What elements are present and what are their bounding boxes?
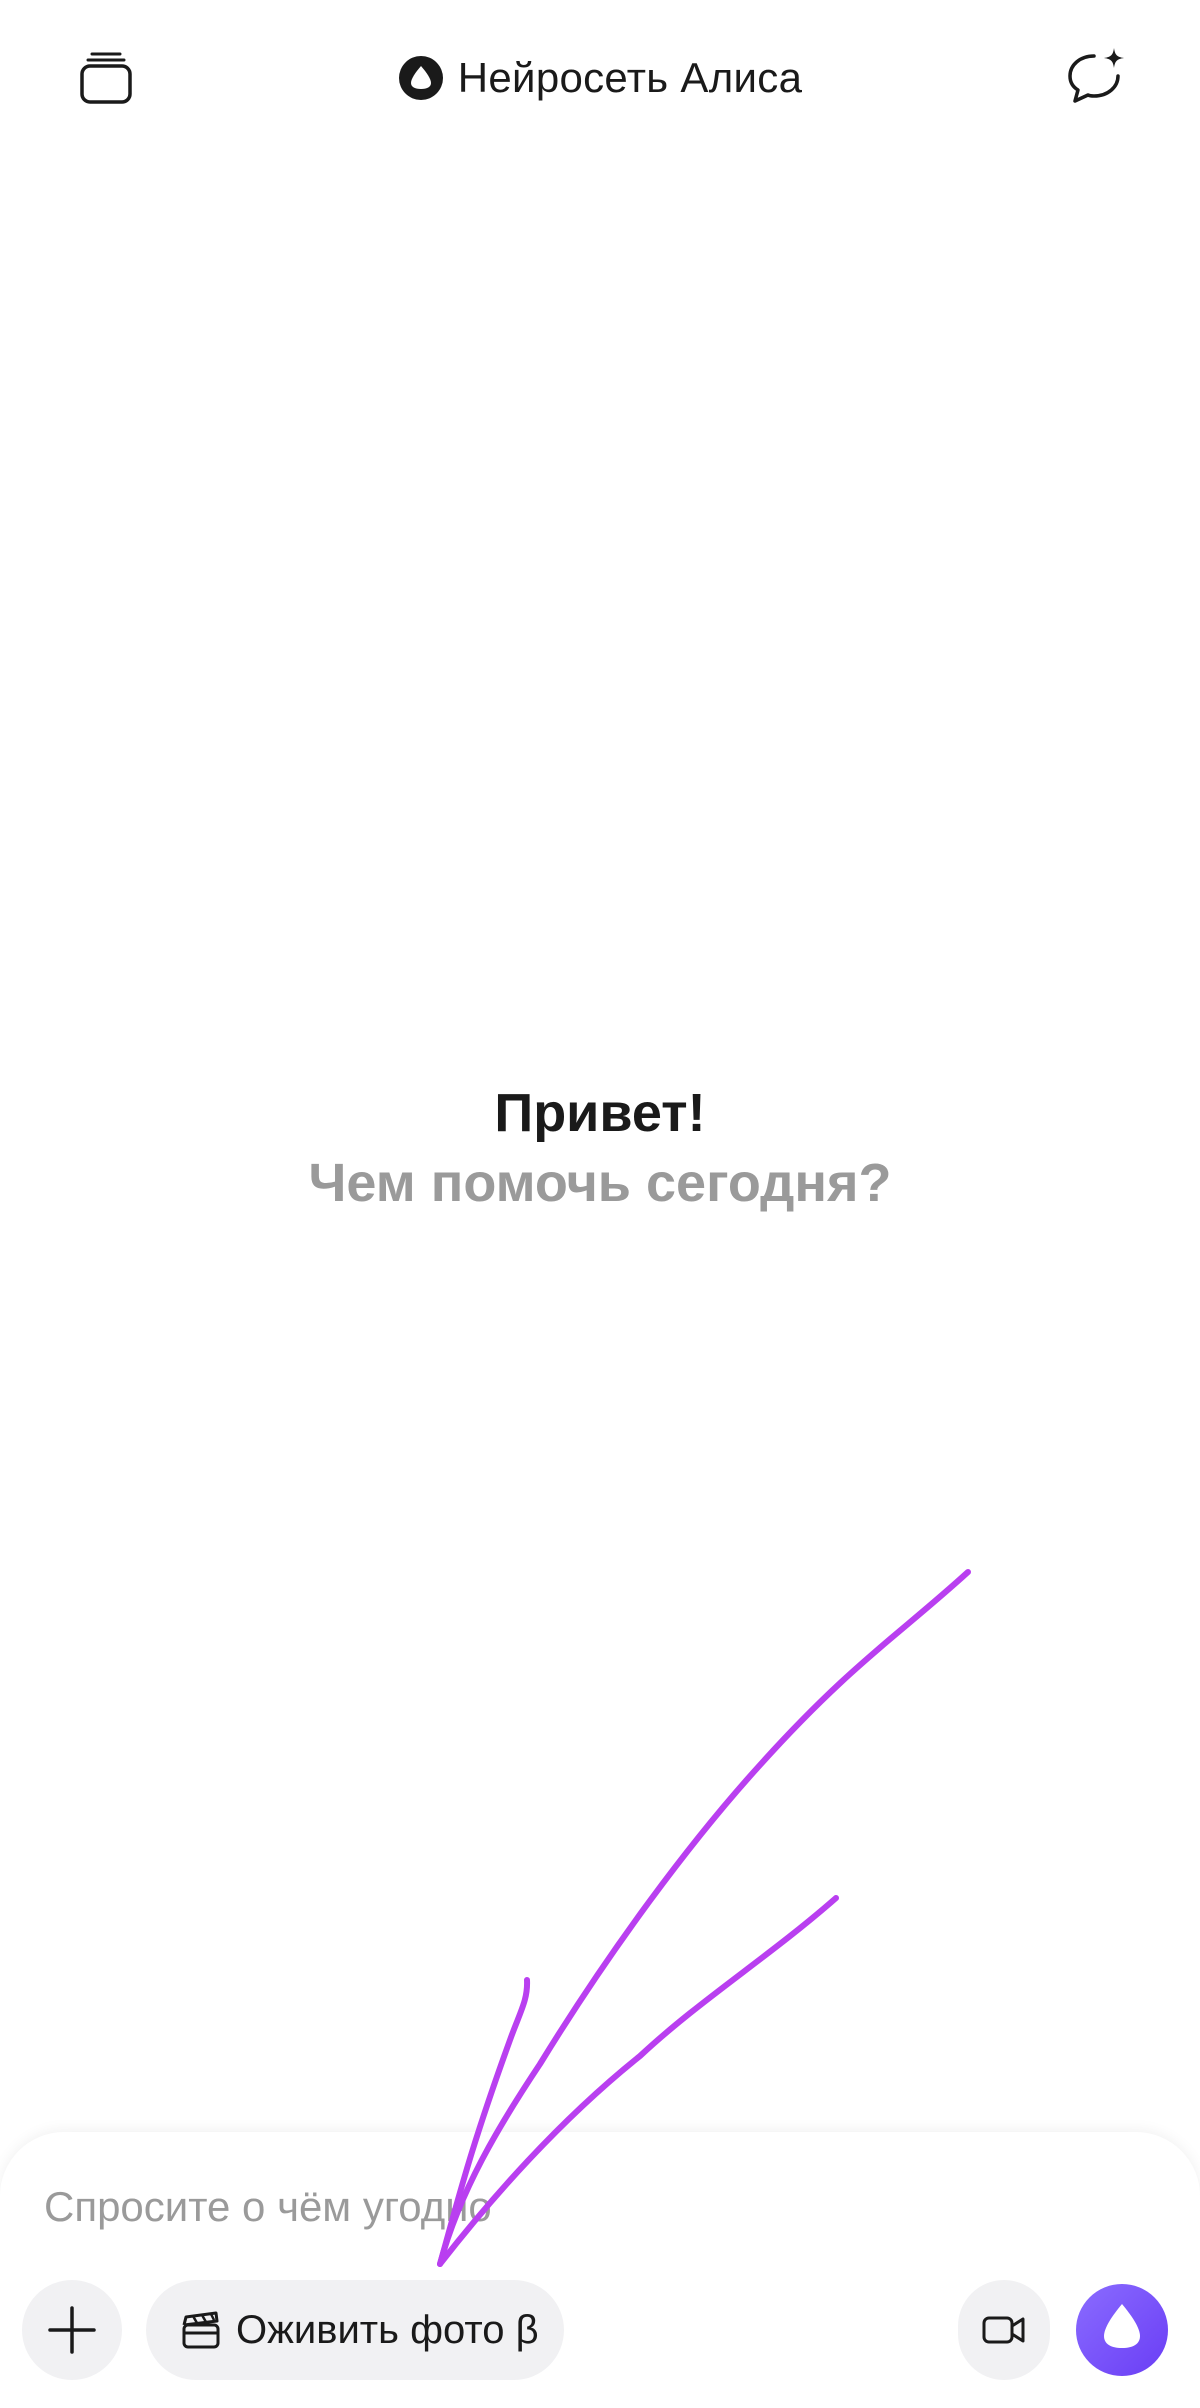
chat-sparkle-icon bbox=[1068, 48, 1124, 103]
alice-voice-button[interactable] bbox=[1076, 2284, 1168, 2376]
video-call-button[interactable] bbox=[958, 2280, 1050, 2380]
new-chat-button[interactable] bbox=[1054, 36, 1138, 120]
greeting-title: Привет! bbox=[494, 1083, 706, 1143]
animate-photo-chip[interactable]: Оживить фото β bbox=[146, 2280, 564, 2380]
app-header: Нейросеть Алиса bbox=[0, 0, 1200, 160]
plus-icon bbox=[48, 2306, 96, 2354]
video-camera-icon bbox=[982, 2316, 1025, 2344]
attach-button[interactable] bbox=[22, 2280, 122, 2380]
header-title: Нейросеть Алиса bbox=[0, 46, 1200, 110]
prompt-input[interactable] bbox=[44, 2172, 1144, 2242]
greeting-subtitle: Чем помочь сегодня? bbox=[308, 1153, 892, 1213]
alice-logo-icon bbox=[398, 55, 444, 101]
clapperboard-icon bbox=[182, 2311, 220, 2349]
app-title: Нейросеть Алиса bbox=[457, 54, 803, 101]
greeting: Привет! Чем помочь сегодня? bbox=[0, 1078, 1200, 1218]
alice-logo-icon bbox=[1076, 2284, 1168, 2376]
animate-photo-label: Оживить фото β bbox=[236, 2307, 539, 2352]
